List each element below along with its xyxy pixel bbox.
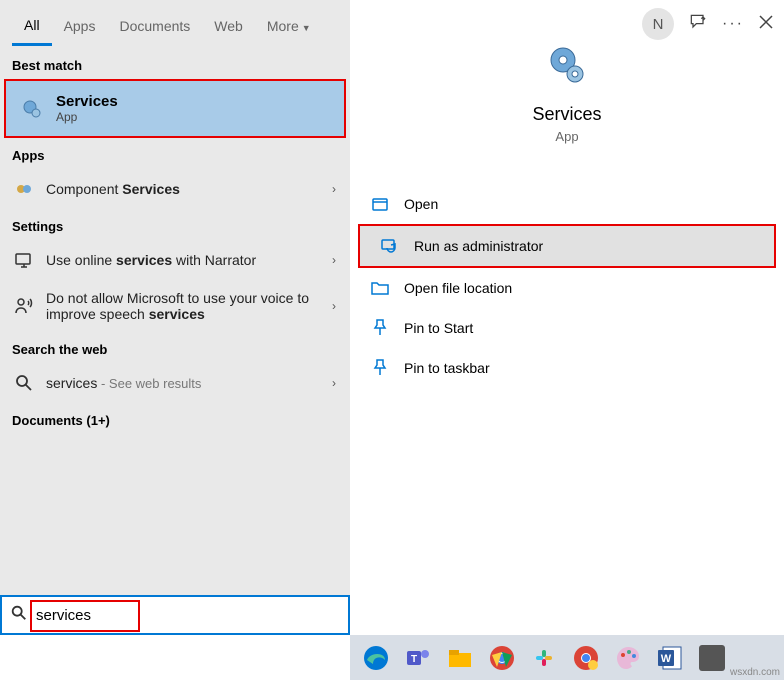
folder-icon	[370, 278, 390, 298]
taskbar-chrome-beta-icon[interactable]	[568, 640, 604, 676]
more-options-icon[interactable]: ···	[722, 15, 744, 33]
tab-documents[interactable]: Documents	[107, 4, 202, 44]
search-input[interactable]	[36, 607, 340, 624]
services-gear-icon	[20, 97, 44, 121]
user-avatar[interactable]: N	[642, 8, 674, 40]
person-speech-icon	[14, 296, 34, 316]
taskbar-generic-icon[interactable]	[694, 640, 730, 676]
tab-more[interactable]: More▼	[255, 4, 323, 44]
action-open-file-location[interactable]: Open file location	[350, 268, 784, 308]
taskbar: T W	[350, 635, 784, 680]
details-panel: Services App Open Run as administrator O…	[350, 0, 784, 635]
section-settings: Settings	[0, 209, 350, 240]
taskbar-chrome-icon[interactable]	[484, 640, 520, 676]
taskbar-word-icon[interactable]: W	[652, 640, 688, 676]
action-list: Open Run as administrator Open file loca…	[350, 184, 784, 388]
chevron-right-icon: ›	[332, 253, 336, 267]
search-icon	[14, 373, 34, 393]
section-apps: Apps	[0, 138, 350, 169]
pin-start-icon	[370, 318, 390, 338]
services-gear-large-icon	[543, 42, 591, 90]
chevron-right-icon: ›	[332, 376, 336, 390]
window-controls: N ···	[642, 8, 774, 40]
details-subtitle: App	[377, 129, 757, 144]
details-title: Services	[377, 104, 757, 125]
watermark: wsxdn.com	[730, 667, 780, 678]
chevron-right-icon: ›	[332, 182, 336, 196]
svg-text:W: W	[661, 653, 672, 665]
section-documents: Documents (1+)	[0, 403, 350, 434]
tab-all[interactable]: All	[12, 3, 52, 46]
taskbar-teams-icon[interactable]: T	[400, 640, 436, 676]
pin-taskbar-icon	[370, 358, 390, 378]
best-match-subtitle: App	[56, 110, 118, 124]
action-open[interactable]: Open	[350, 184, 784, 224]
chevron-right-icon: ›	[332, 299, 336, 313]
monitor-icon	[14, 250, 34, 270]
web-result-services[interactable]: services - See web results ›	[0, 363, 350, 403]
tab-apps[interactable]: Apps	[52, 4, 108, 44]
search-results-panel: All Apps Documents Web More▼ Best match …	[0, 0, 350, 635]
tab-web[interactable]: Web	[202, 4, 255, 44]
taskbar-edge-icon[interactable]	[358, 640, 394, 676]
open-icon	[370, 194, 390, 214]
admin-shield-icon	[380, 236, 400, 256]
setting-speech-services[interactable]: Do not allow Microsoft to use your voice…	[0, 280, 350, 332]
search-bar	[0, 595, 350, 635]
action-run-as-admin[interactable]: Run as administrator	[358, 224, 776, 268]
taskbar-explorer-icon[interactable]	[442, 640, 478, 676]
action-pin-to-taskbar[interactable]: Pin to taskbar	[350, 348, 784, 388]
taskbar-slack-icon[interactable]	[526, 640, 562, 676]
best-match-title: Services	[56, 93, 118, 110]
setting-narrator-services[interactable]: Use online services with Narrator ›	[0, 240, 350, 280]
best-match-services[interactable]: Services App	[4, 79, 346, 138]
svg-text:T: T	[411, 654, 417, 665]
feedback-icon[interactable]	[688, 12, 708, 37]
section-best-match: Best match	[0, 48, 350, 79]
component-services-icon	[14, 179, 34, 199]
close-icon[interactable]	[758, 14, 774, 35]
app-component-services[interactable]: Component Services ›	[0, 169, 350, 209]
search-icon	[10, 604, 28, 627]
section-search-web: Search the web	[0, 332, 350, 363]
taskbar-paint-icon[interactable]	[610, 640, 646, 676]
filter-tabs: All Apps Documents Web More▼	[0, 0, 350, 48]
action-pin-to-start[interactable]: Pin to Start	[350, 308, 784, 348]
